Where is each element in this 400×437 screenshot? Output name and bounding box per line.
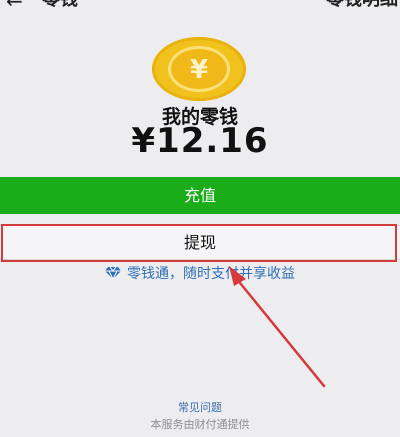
coin-inner-ring: ¥: [168, 46, 230, 92]
withdraw-highlight-box: [1, 224, 397, 262]
balance-amount: ¥12.16: [131, 121, 269, 161]
promo-text: 零钱通，随时支付并享收益: [127, 266, 295, 282]
yen-coin-icon: ¥: [152, 37, 246, 101]
top-nav-bar: ← 零钱 零钱明细: [0, 0, 400, 16]
service-provider-note: 本服务由财付通提供: [150, 418, 250, 431]
lingqiantong-promo-link[interactable]: 零钱通，随时支付并享收益: [0, 263, 400, 285]
page-title: 零钱: [42, 0, 78, 10]
faq-link[interactable]: 常见问题: [0, 399, 400, 415]
recharge-button[interactable]: 充值: [0, 177, 400, 214]
diamond-icon: [105, 267, 121, 279]
coin-yen-symbol: ¥: [189, 55, 209, 85]
back-arrow-icon[interactable]: ←: [6, 0, 23, 11]
transaction-details-link[interactable]: 零钱明细: [326, 0, 398, 10]
